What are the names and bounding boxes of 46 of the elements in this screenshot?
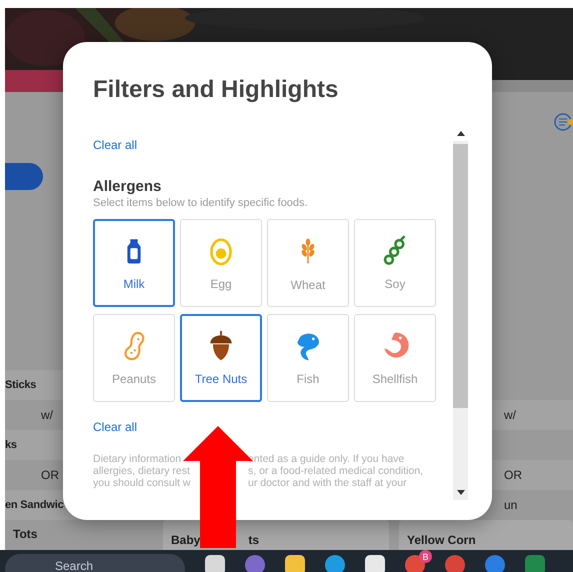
food-name: ts bbox=[248, 533, 260, 547]
section-subtitle: Select items below to identify specific foods. bbox=[93, 197, 309, 209]
notification-badge: B bbox=[419, 550, 432, 563]
disclaimer-text: you should consult w bbox=[93, 477, 192, 489]
menu-item-text: Sticks bbox=[5, 379, 36, 391]
section-title: Allergens bbox=[93, 178, 162, 195]
allergen-tile[interactable]: Peanuts bbox=[93, 314, 175, 402]
disclaimer-text: s, or a food-related medical condition, bbox=[248, 465, 424, 477]
scroll-down-icon[interactable] bbox=[456, 490, 464, 495]
menu-item-text: un bbox=[503, 497, 518, 514]
store-icon[interactable] bbox=[365, 555, 385, 572]
pill-button[interactable] bbox=[5, 163, 43, 190]
disclaimer-text: allergies, dietary rest bbox=[93, 465, 191, 477]
menu-item-text: en Sandwic bbox=[5, 499, 64, 511]
menu-item-text: w/ bbox=[492, 400, 573, 430]
clear-all-link[interactable]: Clear all bbox=[93, 420, 138, 434]
food-name: Tots bbox=[13, 526, 38, 540]
food-card[interactable]: Tots bbox=[5, 520, 153, 550]
browser-icon[interactable] bbox=[325, 555, 345, 572]
allergen-tile[interactable]: Tree Nuts bbox=[180, 314, 262, 402]
scrollbar[interactable] bbox=[453, 126, 468, 500]
food-name: Yellow Corn bbox=[407, 533, 476, 547]
allergen-tile[interactable]: Fish bbox=[267, 314, 349, 402]
menu-item-text: OR bbox=[41, 468, 59, 482]
allergen-tile[interactable]: Milk bbox=[93, 219, 175, 307]
allergen-tile[interactable]: Shellfish bbox=[354, 314, 436, 402]
list-icon[interactable] bbox=[553, 112, 573, 132]
menu-item-text: ks bbox=[5, 439, 17, 451]
allergen-tile[interactable]: Egg bbox=[180, 219, 262, 307]
app-icon[interactable] bbox=[205, 555, 225, 572]
allergen-tile[interactable]: Soy bbox=[354, 219, 436, 307]
search-field[interactable]: Search bbox=[5, 554, 185, 572]
browser-icon[interactable] bbox=[405, 555, 425, 572]
food-name: Baby bbox=[171, 533, 200, 547]
menu-item-text: w/ bbox=[41, 408, 53, 422]
allergen-tile[interactable]: Wheat bbox=[267, 219, 349, 307]
folder-icon[interactable] bbox=[285, 555, 305, 572]
clear-all-link[interactable]: Clear all bbox=[93, 138, 138, 152]
soybean-pod-icon bbox=[382, 235, 408, 267]
disclaimer-text: ur doctor and with the staff at your bbox=[248, 477, 407, 489]
dialog-title: Filters and Highlights bbox=[93, 76, 340, 104]
food-card[interactable]: Yellow Corn bbox=[399, 520, 573, 550]
menu-item-text: OR bbox=[492, 460, 573, 490]
disclaimer-text: Dietary information bbox=[93, 453, 182, 465]
scroll-up-icon[interactable] bbox=[456, 131, 464, 136]
browser-icon[interactable] bbox=[445, 555, 465, 572]
